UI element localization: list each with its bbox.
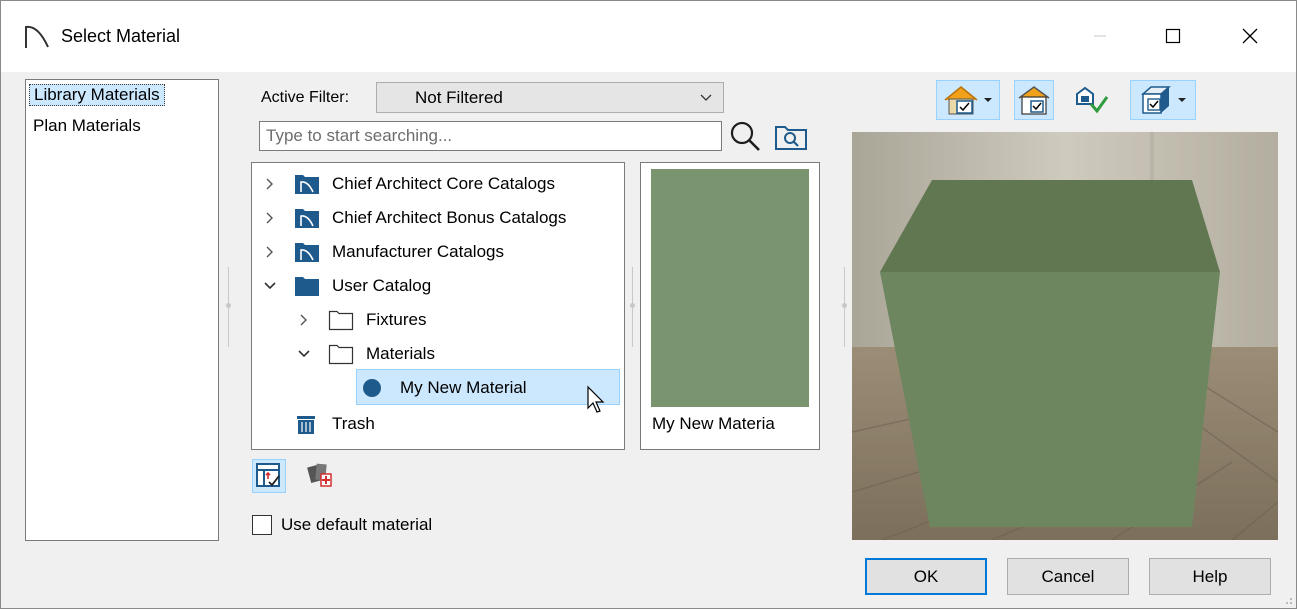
help-button[interactable]: Help [1149,558,1271,595]
list-item-library-materials[interactable]: Library Materials [29,84,165,106]
catalog-folder-icon [295,243,319,262]
add-to-library-button[interactable] [252,459,286,493]
cancel-button[interactable]: Cancel [1007,558,1129,595]
tree-label: Trash [332,414,375,433]
tree-item-manufacturer-catalogs[interactable]: Manufacturer Catalogs [252,235,624,269]
ok-button[interactable]: OK [865,558,987,595]
search-input[interactable] [259,121,722,151]
use-default-material-checkbox[interactable] [252,515,272,535]
maximize-icon [1165,28,1181,44]
chevron-right-icon [300,314,307,326]
material-3d-preview[interactable] [852,132,1278,540]
active-filter-dropdown[interactable]: Not Filtered [376,82,724,113]
minimize-icon [1094,35,1106,37]
swatch-cards-icon [307,463,332,487]
list-item-plan-materials[interactable]: Plan Materials [29,115,145,137]
catalog-tree[interactable]: Chief Architect Core Catalogs Chief Arch… [251,162,625,450]
catalog-folder-icon [295,209,319,228]
active-filter-value: Not Filtered [415,88,503,107]
chevron-down-icon [264,282,276,290]
tree-item-materials[interactable]: Materials [252,337,624,371]
add-to-library-icon [256,463,280,487]
chevron-right-icon [266,246,273,258]
tree-item-trash[interactable]: Trash [252,407,624,441]
tree-label: Chief Architect Bonus Catalogs [332,208,567,227]
tree-label: My New Material [400,378,527,397]
chevron-down-icon [700,94,712,101]
tree-label: Materials [366,344,435,363]
tree-label: Chief Architect Core Catalogs [332,174,555,193]
window-title: Select Material [61,26,181,46]
active-filter-label: Active Filter: [261,89,350,106]
cube-view-icon [1141,86,1171,114]
right-splitter[interactable] [840,267,849,347]
middle-splitter[interactable] [628,267,637,347]
dropdown-arrow-icon [1178,98,1186,102]
tree-label: Fixtures [366,310,427,329]
material-preview-name: My New Materia [652,414,775,433]
camera-view-button[interactable] [1014,80,1054,120]
folder-outline-icon [328,344,354,365]
material-swatch [651,169,809,407]
tree-item-bonus-catalogs[interactable]: Chief Architect Bonus Catalogs [252,201,624,235]
material-swatches-button[interactable] [304,459,338,493]
title-bar: Select Material [0,0,1297,72]
chief-architect-logo-icon [25,25,49,48]
chevron-right-icon [266,178,273,190]
minimize-button[interactable] [1072,14,1128,58]
trash-icon [297,416,315,434]
left-splitter[interactable] [224,267,233,347]
search-folder-button[interactable] [773,120,809,152]
material-preview-panel: My New Materia [640,162,820,450]
material-cube-render [852,132,1278,540]
close-button[interactable] [1222,14,1278,58]
resize-grip-icon[interactable] [1281,593,1293,605]
chevron-right-icon [266,212,273,224]
material-check-button[interactable] [1068,80,1116,120]
box-view-dropdown-button[interactable] [1130,80,1196,120]
use-default-material-label: Use default material [281,515,433,534]
tree-item-my-new-material[interactable]: My New Material [252,371,624,413]
tree-item-user-catalog[interactable]: User Catalog [252,269,624,303]
tree-item-core-catalogs[interactable]: Chief Architect Core Catalogs [252,167,624,201]
library-source-list[interactable]: Library Materials Plan Materials [25,79,219,541]
use-default-material-option[interactable]: Use default material [252,514,432,536]
house-camera-icon [1018,86,1050,115]
view-mode-dropdown-button[interactable] [936,80,1000,120]
maximize-button[interactable] [1145,14,1201,58]
tree-item-fixtures[interactable]: Fixtures [252,303,624,337]
tree-label: Manufacturer Catalogs [332,242,504,261]
tree-label: User Catalog [332,276,432,295]
close-icon [1242,28,1258,44]
user-folder-icon [295,277,319,296]
folder-outline-icon [328,310,354,331]
material-check-icon [1076,86,1109,114]
material-dot-icon [363,379,381,397]
catalog-folder-icon [295,175,319,194]
chevron-down-icon [298,350,310,358]
house-view-icon [944,86,978,115]
folder-search-icon [775,126,807,150]
dropdown-arrow-icon [984,98,992,102]
search-icon [730,121,760,151]
search-button[interactable] [726,118,764,154]
